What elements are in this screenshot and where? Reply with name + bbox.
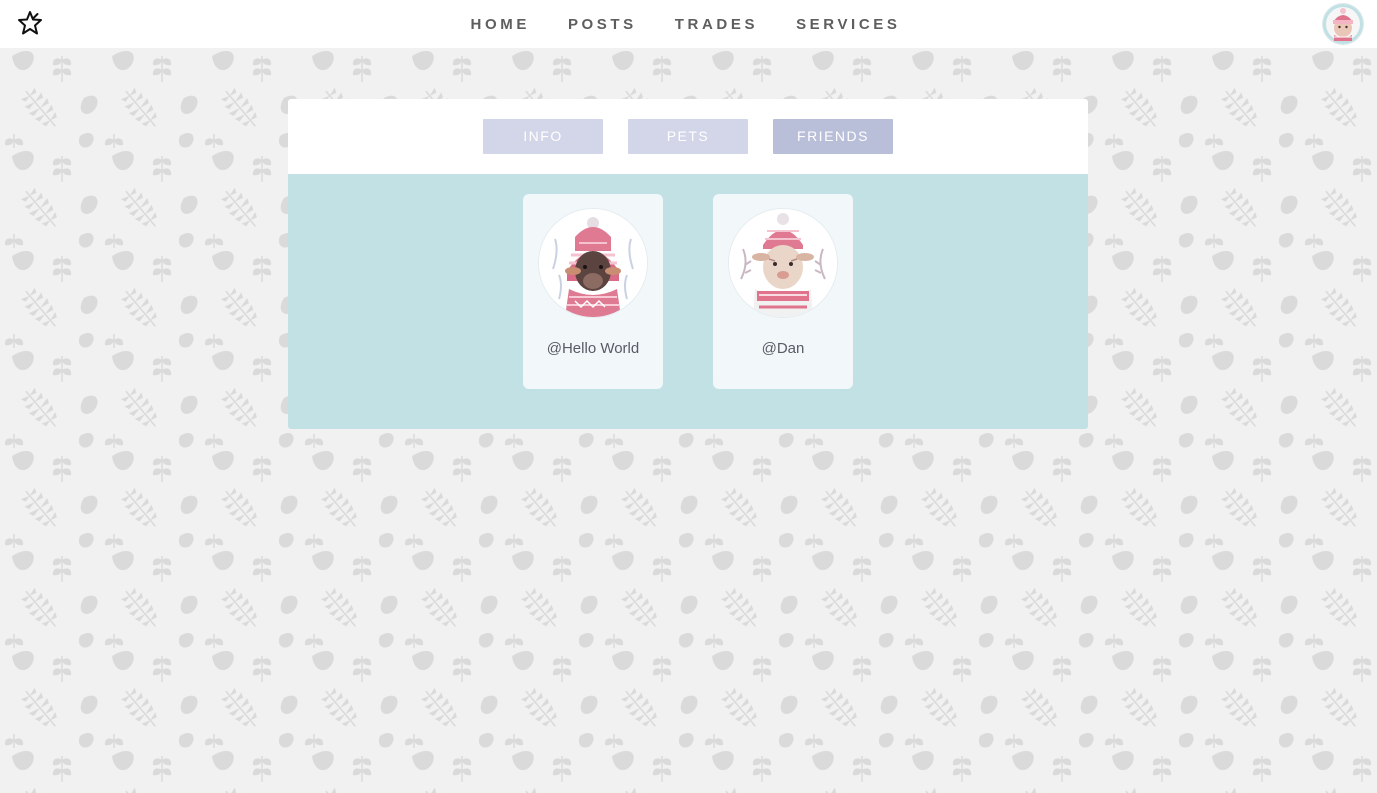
user-avatar[interactable]: [1323, 4, 1363, 44]
friend-avatar: [539, 209, 647, 317]
user-avatar-animal-icon: [1323, 4, 1363, 44]
tab-pets[interactable]: PETS: [628, 119, 748, 154]
dark-lamb-in-pink-hat-icon: [539, 209, 647, 317]
tab-info[interactable]: INFO: [483, 119, 603, 154]
tab-friends[interactable]: FRIENDS: [773, 119, 893, 154]
light-lamb-in-pink-hat-icon: [729, 209, 837, 317]
profile-tabs-bar: INFO PETS FRIENDS: [288, 99, 1088, 174]
profile-panel: INFO PETS FRIENDS @Hello World @Dan: [288, 99, 1088, 429]
friend-card[interactable]: @Dan: [713, 194, 853, 389]
friend-avatar: [729, 209, 837, 317]
friend-card[interactable]: @Hello World: [523, 194, 663, 389]
top-navbar: HOME POSTS TRADES SERVICES: [0, 0, 1377, 48]
friend-username[interactable]: @Hello World: [523, 340, 663, 357]
nav-posts-link[interactable]: POSTS: [568, 16, 637, 33]
friends-list: @Hello World @Dan: [288, 174, 1088, 429]
friend-username[interactable]: @Dan: [713, 340, 853, 357]
nav-home-link[interactable]: HOME: [471, 16, 530, 33]
nav-trades-link[interactable]: TRADES: [675, 16, 758, 33]
main-nav: HOME POSTS TRADES SERVICES: [0, 0, 1377, 48]
star-logo-icon[interactable]: [16, 9, 44, 37]
nav-services-link[interactable]: SERVICES: [796, 16, 900, 33]
